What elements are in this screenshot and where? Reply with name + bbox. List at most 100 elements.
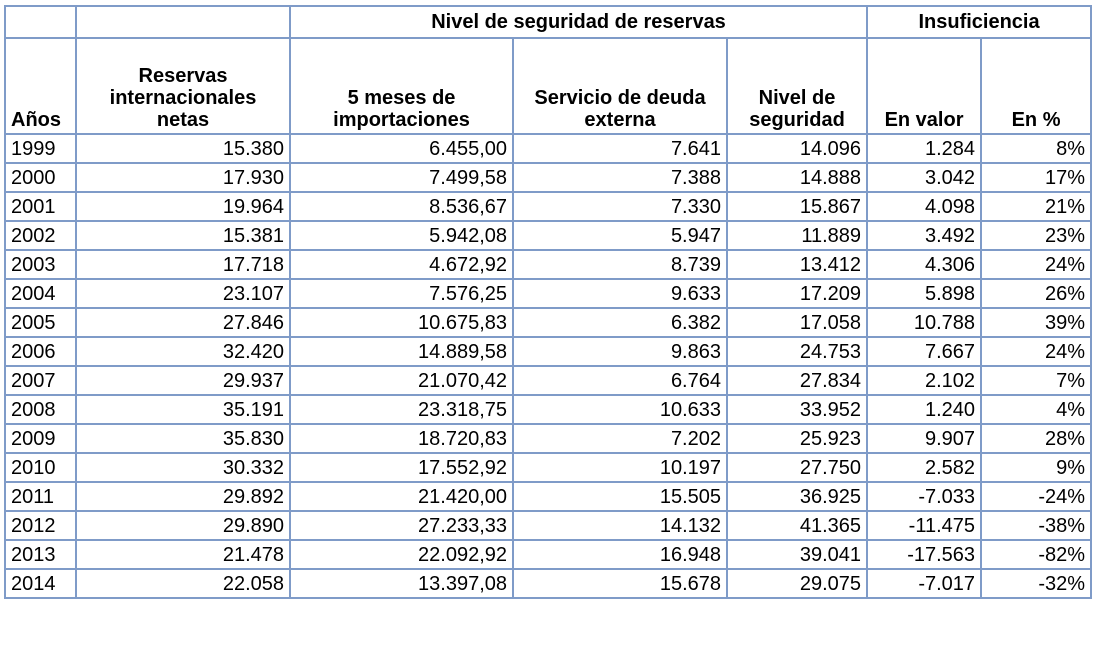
percent-cell: 17% — [980, 162, 1093, 193]
five-months-imports-column-header: 5 meses de importaciones — [289, 37, 514, 135]
table-row: 2010 30.332 17.552,92 10.197 27.750 2.582 9% — [4, 452, 1093, 483]
year-cell: 2014 — [4, 568, 77, 599]
security-level-cell: 33.952 — [725, 394, 869, 425]
security-level-cell: 29.075 — [725, 568, 869, 599]
table-row: 2004 23.107 7.576,25 9.633 17.209 5.898 26% — [4, 278, 1093, 309]
security-level-cell: 27.750 — [725, 452, 869, 483]
value-cell: 1.284 — [866, 133, 983, 164]
year-cell: 2007 — [4, 365, 77, 396]
external-debt-service-cell: 7.202 — [512, 423, 728, 454]
net-reserves-cell: 21.478 — [75, 539, 291, 570]
five-months-imports-cell: 18.720,83 — [289, 423, 514, 454]
year-cell: 2013 — [4, 539, 77, 570]
external-debt-service-cell: 14.132 — [512, 510, 728, 541]
security-level-cell: 27.834 — [725, 365, 869, 396]
years-column-header: Años — [4, 37, 77, 135]
net-reserves-cell: 35.830 — [75, 423, 291, 454]
external-debt-service-cell: 5.947 — [512, 220, 728, 251]
five-months-imports-cell: 6.455,00 — [289, 133, 514, 164]
table-row: 2005 27.846 10.675,83 6.382 17.058 10.788 39% — [4, 307, 1093, 338]
net-reserves-cell: 30.332 — [75, 452, 291, 483]
column-header-row: Años Reservas internacionales netas 5 me… — [4, 37, 1093, 135]
net-reserves-cell: 35.191 — [75, 394, 291, 425]
five-months-imports-cell: 7.499,58 — [289, 162, 514, 193]
external-debt-service-cell: 7.388 — [512, 162, 728, 193]
percent-cell: 28% — [980, 423, 1093, 454]
external-debt-service-cell: 10.633 — [512, 394, 728, 425]
net-reserves-cell: 17.718 — [75, 249, 291, 280]
percent-column-header: En % — [980, 37, 1093, 135]
year-cell: 2001 — [4, 191, 77, 222]
year-cell: 2012 — [4, 510, 77, 541]
five-months-imports-cell: 27.233,33 — [289, 510, 514, 541]
security-level-cell: 15.867 — [725, 191, 869, 222]
security-level-cell: 36.925 — [725, 481, 869, 512]
five-months-imports-cell: 17.552,92 — [289, 452, 514, 483]
net-reserves-cell: 29.937 — [75, 365, 291, 396]
value-cell: 4.098 — [866, 191, 983, 222]
table-row: 2009 35.830 18.720,83 7.202 25.923 9.907 28% — [4, 423, 1093, 454]
percent-cell: 23% — [980, 220, 1093, 251]
table-body: 1999 15.380 6.455,00 7.641 14.096 1.284 8% 2000… — [4, 133, 1093, 599]
percent-cell: 24% — [980, 336, 1093, 367]
external-debt-service-cell: 9.633 — [512, 278, 728, 309]
net-reserves-cell: 32.420 — [75, 336, 291, 367]
percent-cell: 8% — [980, 133, 1093, 164]
value-cell: 4.306 — [866, 249, 983, 280]
value-cell: 3.042 — [866, 162, 983, 193]
year-cell: 2002 — [4, 220, 77, 251]
table-row: 2011 29.892 21.420,00 15.505 36.925 -7.033 -24… — [4, 481, 1093, 512]
external-debt-service-cell: 16.948 — [512, 539, 728, 570]
security-group-header: Nivel de seguridad de reservas — [288, 5, 869, 39]
five-months-imports-cell: 7.576,25 — [289, 278, 514, 309]
percent-cell: 24% — [980, 249, 1093, 280]
table-header: Nivel de seguridad de reservas Insuficie… — [4, 5, 1093, 135]
five-months-imports-cell: 22.092,92 — [289, 539, 514, 570]
security-level-cell: 14.096 — [725, 133, 869, 164]
table-row: 2014 22.058 13.397,08 15.678 29.075 -7.017 -32… — [4, 568, 1093, 599]
year-cell: 2004 — [4, 278, 77, 309]
net-reserves-cell: 27.846 — [75, 307, 291, 338]
table-row: 2008 35.191 23.318,75 10.633 33.952 1.240 4% — [4, 394, 1093, 425]
five-months-imports-cell: 14.889,58 — [289, 336, 514, 367]
percent-cell: -82% — [980, 539, 1093, 570]
year-cell: 1999 — [4, 133, 77, 164]
five-months-imports-cell: 8.536,67 — [289, 191, 514, 222]
reserves-table: Nivel de seguridad de reservas Insuficie… — [4, 5, 1093, 599]
security-level-cell: 11.889 — [725, 220, 869, 251]
net-reserves-cell: 15.380 — [75, 133, 291, 164]
percent-cell: -32% — [980, 568, 1093, 599]
net-reserves-cell: 22.058 — [75, 568, 291, 599]
net-reserves-cell: 17.930 — [75, 162, 291, 193]
table-row: 2007 29.937 21.070,42 6.764 27.834 2.102 7% — [4, 365, 1093, 396]
percent-cell: 9% — [980, 452, 1093, 483]
external-debt-service-column-header: Servicio de deuda externa — [512, 37, 728, 135]
year-cell: 2008 — [4, 394, 77, 425]
value-cell: 5.898 — [866, 278, 983, 309]
five-months-imports-cell: 13.397,08 — [289, 568, 514, 599]
value-cell: -17.563 — [866, 539, 983, 570]
table-row: 1999 15.380 6.455,00 7.641 14.096 1.284 8% — [4, 133, 1093, 164]
external-debt-service-cell: 10.197 — [512, 452, 728, 483]
value-column-header: En valor — [866, 37, 983, 135]
security-level-column-header: Nivel de seguridad — [725, 37, 869, 135]
value-cell: 7.667 — [866, 336, 983, 367]
year-cell: 2006 — [4, 336, 77, 367]
group-header-row: Nivel de seguridad de reservas Insuficie… — [4, 5, 1093, 39]
table-row: 2003 17.718 4.672,92 8.739 13.412 4.306 24% — [4, 249, 1093, 280]
security-level-cell: 14.888 — [725, 162, 869, 193]
value-cell: -7.017 — [866, 568, 983, 599]
five-months-imports-cell: 21.070,42 — [289, 365, 514, 396]
external-debt-service-cell: 8.739 — [512, 249, 728, 280]
value-cell: 3.492 — [866, 220, 983, 251]
security-level-cell: 17.058 — [725, 307, 869, 338]
value-cell: 2.102 — [866, 365, 983, 396]
year-cell: 2005 — [4, 307, 77, 338]
table-row: 2006 32.420 14.889,58 9.863 24.753 7.667 24% — [4, 336, 1093, 367]
value-cell: 9.907 — [866, 423, 983, 454]
percent-cell: 21% — [980, 191, 1093, 222]
security-level-cell: 41.365 — [725, 510, 869, 541]
net-reserves-cell: 29.890 — [75, 510, 291, 541]
external-debt-service-cell: 6.382 — [512, 307, 728, 338]
table-row: 2000 17.930 7.499,58 7.388 14.888 3.042 17% — [4, 162, 1093, 193]
